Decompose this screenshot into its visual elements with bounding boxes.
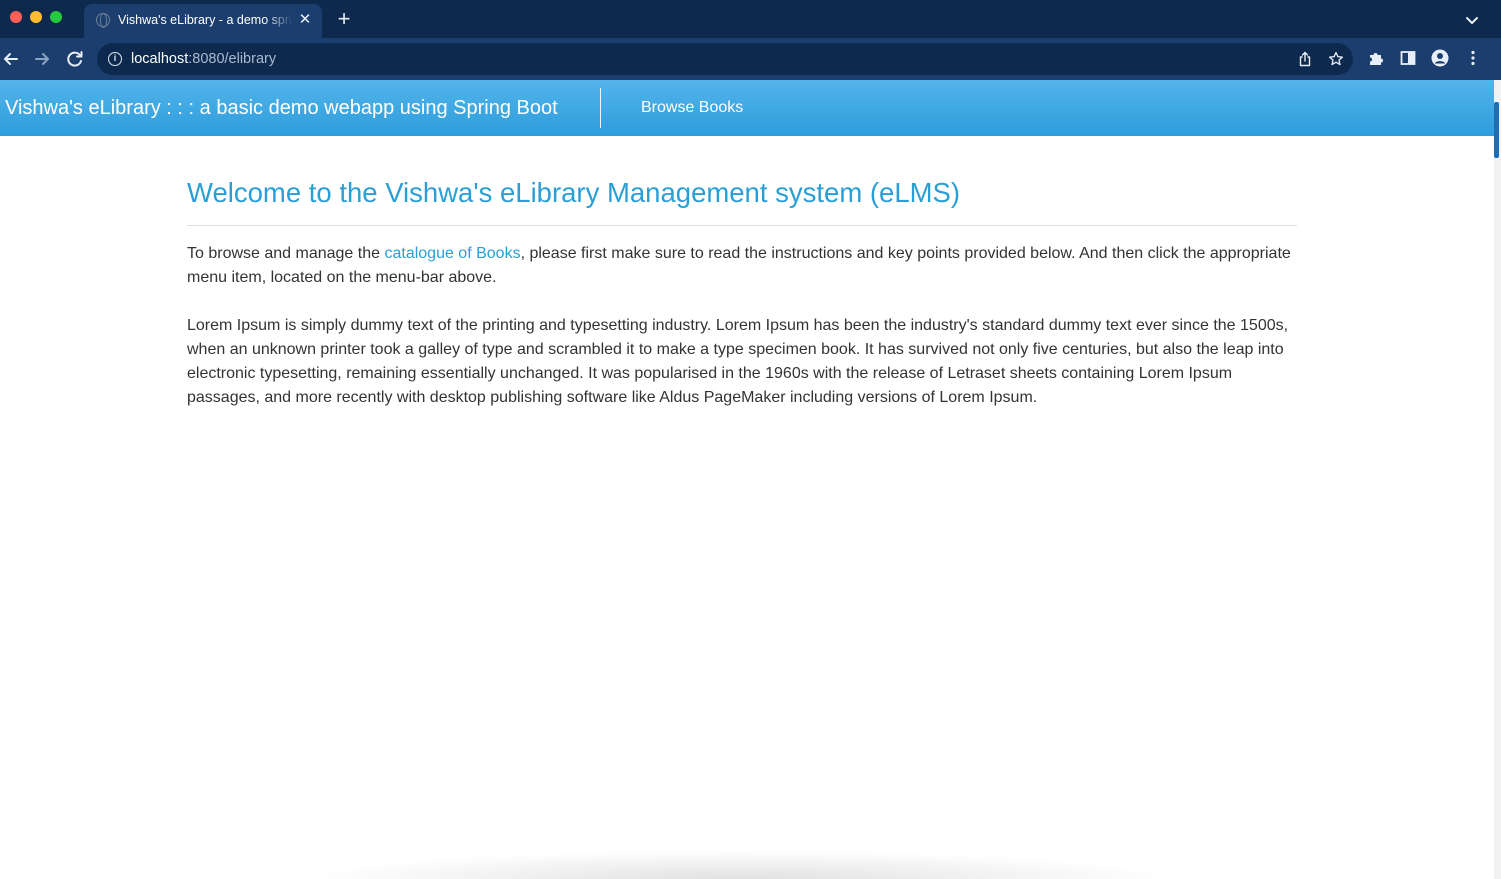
forward-arrow-icon[interactable] bbox=[31, 48, 53, 70]
page-title: Welcome to the Vishwa's eLibrary Managem… bbox=[187, 177, 961, 208]
close-window-button[interactable] bbox=[10, 11, 22, 23]
maximize-window-button[interactable] bbox=[50, 11, 62, 23]
chevron-down-icon[interactable] bbox=[1463, 11, 1481, 29]
app-brand[interactable]: Vishwa's eLibrary : : : a basic demo web… bbox=[5, 97, 558, 120]
address-bar[interactable]: i localhost:8080/elibrary bbox=[97, 43, 1353, 75]
info-icon[interactable]: i bbox=[108, 52, 122, 66]
main-content: Welcome to the Vishwa's eLibrary Managem… bbox=[187, 176, 1297, 410]
browse-books-link[interactable]: Browse Books bbox=[641, 99, 743, 117]
intro-paragraph: To browse and manage the catalogue of Bo… bbox=[187, 245, 1291, 286]
star-icon[interactable] bbox=[1328, 51, 1344, 67]
kebab-menu-icon[interactable] bbox=[1464, 49, 1482, 67]
side-panel-icon[interactable] bbox=[1399, 49, 1417, 67]
minimize-window-button[interactable] bbox=[30, 11, 42, 23]
app-navbar: Vishwa's eLibrary : : : a basic demo web… bbox=[0, 80, 1494, 136]
puzzle-icon[interactable] bbox=[1367, 49, 1385, 67]
bottom-shadow bbox=[300, 850, 1180, 879]
navbar-divider bbox=[600, 88, 601, 128]
plus-icon[interactable]: + bbox=[334, 8, 354, 30]
profile-icon[interactable] bbox=[1431, 49, 1449, 67]
scrollbar-thumb[interactable] bbox=[1494, 102, 1499, 158]
back-arrow-icon[interactable] bbox=[0, 48, 22, 70]
browser-tab-active[interactable]: Vishwa's eLibrary - a demo spring boot w… bbox=[84, 4, 322, 38]
tab-title: Vishwa's eLibrary - a demo spring boot w… bbox=[118, 13, 293, 27]
close-icon[interactable]: ✕ bbox=[296, 11, 314, 29]
browser-tab-bar: Vishwa's eLibrary - a demo spring boot w… bbox=[0, 0, 1501, 38]
lorem-paragraph: Lorem Ipsum is simply dummy text of the … bbox=[187, 317, 1289, 406]
scrollbar[interactable] bbox=[1494, 80, 1501, 879]
page-viewport: Vishwa's eLibrary : : : a basic demo web… bbox=[0, 80, 1494, 879]
browser-toolbar: i localhost:8080/elibrary bbox=[0, 38, 1501, 80]
divider bbox=[187, 225, 1297, 226]
globe-icon bbox=[96, 13, 110, 28]
catalogue-link[interactable]: catalogue of Books bbox=[384, 245, 520, 262]
reload-icon[interactable] bbox=[64, 48, 86, 70]
url-text[interactable]: localhost:8080/elibrary bbox=[131, 51, 276, 67]
share-icon[interactable] bbox=[1297, 51, 1313, 67]
